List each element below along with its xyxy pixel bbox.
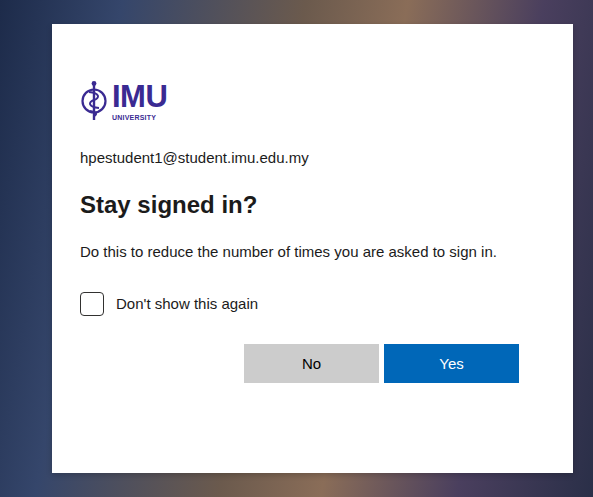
- account-email: hpestudent1@student.imu.edu.my: [80, 148, 519, 168]
- dialog-title: Stay signed in?: [80, 190, 519, 220]
- sign-in-dialog: IMU UNIVERSITY hpestudent1@student.imu.e…: [52, 24, 573, 473]
- dont-show-row: Don't show this again: [80, 292, 519, 316]
- yes-button[interactable]: Yes: [384, 344, 519, 383]
- button-row: NoYes: [80, 344, 519, 383]
- no-button[interactable]: No: [244, 344, 379, 383]
- dialog-description: Do this to reduce the number of times yo…: [80, 240, 519, 264]
- dont-show-label[interactable]: Don't show this again: [116, 292, 258, 316]
- caduceus-icon: [80, 80, 108, 122]
- logo-name: IMU: [112, 81, 167, 112]
- logo-text: IMU UNIVERSITY: [112, 81, 167, 121]
- logo-subtitle: UNIVERSITY: [112, 114, 167, 121]
- dont-show-checkbox[interactable]: [80, 292, 104, 316]
- university-logo: IMU UNIVERSITY: [80, 80, 519, 122]
